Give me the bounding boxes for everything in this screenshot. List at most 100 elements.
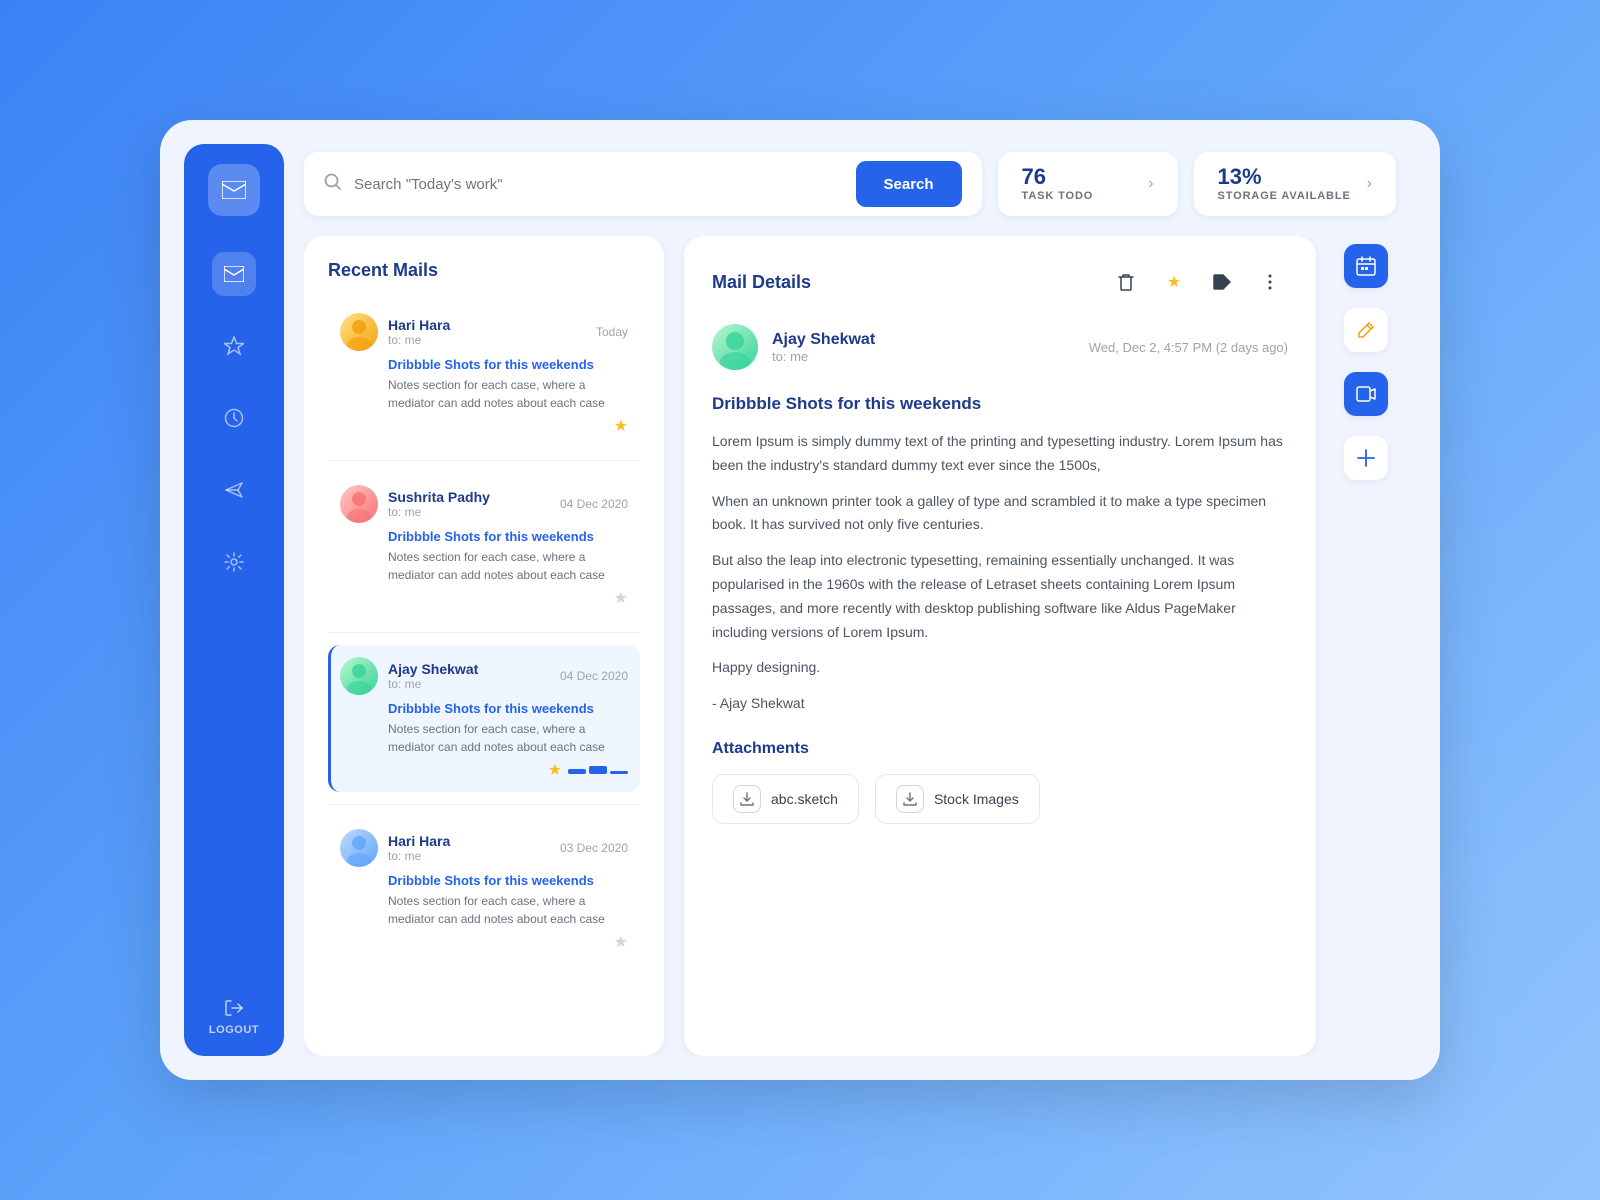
sidebar-item-send[interactable] — [212, 468, 256, 512]
mail-item-3-header: Ajay Shekwat to: me 04 Dec 2020 — [340, 657, 628, 695]
attachment-1-name: abc.sketch — [771, 791, 838, 807]
mail-subject-3: Dribbble Shots for this weekends — [340, 701, 628, 716]
star-icon-3[interactable]: ★ — [548, 760, 562, 780]
body-para-4: Happy designing. — [712, 656, 1288, 680]
mail-item-4-header: Hari Hara to: me 03 Dec 2020 — [340, 829, 628, 867]
divider-3 — [328, 804, 640, 805]
detail-sender-row: Ajay Shekwat to: me Wed, Dec 2, 4:57 PM … — [712, 324, 1288, 370]
search-icon — [324, 173, 342, 196]
mail-sender-2: Sushrita Padhy — [388, 489, 550, 505]
wave-lines — [568, 766, 628, 774]
mail-date-1: Today — [596, 325, 628, 339]
attachments-row: abc.sketch Stock Images — [712, 774, 1288, 824]
sender-info: Ajay Shekwat to: me — [772, 331, 1075, 364]
logout-label: LOGOUT — [209, 1024, 259, 1036]
task-stat-content: 76 TASK TODO — [1022, 166, 1133, 202]
download-icon-2 — [896, 785, 924, 813]
star-icon-4[interactable]: ★ — [614, 932, 628, 952]
mail-subject-4: Dribbble Shots for this weekends — [340, 873, 628, 888]
task-count: 76 — [1022, 166, 1133, 188]
mail-date-4: 03 Dec 2020 — [560, 841, 628, 855]
add-icon[interactable] — [1344, 436, 1388, 480]
mail-date-3: 04 Dec 2020 — [560, 669, 628, 683]
mail-meta-1: Hari Hara to: me — [388, 317, 586, 347]
star-icon-2[interactable]: ★ — [614, 588, 628, 608]
mail-list-title: Recent Mails — [328, 260, 640, 281]
app-container: LOGOUT Search 76 TASK TODO — [160, 120, 1440, 1080]
mail-preview-1: Notes section for each case, where a med… — [340, 376, 628, 412]
label-button[interactable] — [1204, 264, 1240, 300]
mail-preview-4: Notes section for each case, where a med… — [340, 892, 628, 928]
right-sidebar — [1336, 236, 1396, 1056]
mail-meta-3: Ajay Shekwat to: me — [388, 661, 550, 691]
sidebar-item-mail[interactable] — [212, 252, 256, 296]
avatar-hari-2 — [340, 829, 378, 867]
delete-button[interactable] — [1108, 264, 1144, 300]
sidebar-logo[interactable] — [208, 164, 260, 216]
attachment-2-name: Stock Images — [934, 791, 1019, 807]
more-button[interactable] — [1252, 264, 1288, 300]
body-para-5: - Ajay Shekwat — [712, 692, 1288, 716]
mail-sender-3: Ajay Shekwat — [388, 661, 550, 677]
mail-footer-4: ★ — [340, 932, 628, 952]
video-icon[interactable] — [1344, 372, 1388, 416]
attachment-1[interactable]: abc.sketch — [712, 774, 859, 824]
mail-item-1[interactable]: Hari Hara to: me Today Dribbble Shots fo… — [328, 301, 640, 448]
sidebar-nav — [212, 252, 256, 982]
wave-line-2 — [589, 766, 607, 774]
task-stat-card[interactable]: 76 TASK TODO › — [998, 152, 1178, 216]
mail-list-panel: Recent Mails Hari Hara to: me Today Drib… — [304, 236, 664, 1056]
task-label: TASK TODO — [1022, 190, 1133, 202]
header: Search 76 TASK TODO › 13% STORAGE AVAILA… — [304, 144, 1396, 216]
star-button[interactable]: ★ — [1156, 264, 1192, 300]
mail-footer-2: ★ — [340, 588, 628, 608]
mail-sender-4: Hari Hara — [388, 833, 550, 849]
calendar-icon[interactable] — [1344, 244, 1388, 288]
detail-title: Mail Details — [712, 272, 1108, 293]
email-date: Wed, Dec 2, 4:57 PM (2 days ago) — [1089, 340, 1288, 355]
main-content: Search 76 TASK TODO › 13% STORAGE AVAILA… — [284, 144, 1416, 1056]
content-area: Recent Mails Hari Hara to: me Today Drib… — [304, 236, 1396, 1056]
body-para-2: When an unknown printer took a galley of… — [712, 490, 1288, 538]
sender-to: to: me — [772, 349, 1075, 364]
detail-actions: ★ — [1108, 264, 1288, 300]
mail-item-2-header: Sushrita Padhy to: me 04 Dec 2020 — [340, 485, 628, 523]
mail-subject-1: Dribbble Shots for this weekends — [340, 357, 628, 372]
search-bar: Search — [304, 152, 982, 216]
mail-sender-1: Hari Hara — [388, 317, 586, 333]
storage-stat-content: 13% STORAGE AVAILABLE — [1218, 166, 1351, 202]
sender-avatar — [712, 324, 758, 370]
mail-to-2: to: me — [388, 505, 550, 519]
sidebar-item-starred[interactable] — [212, 324, 256, 368]
sidebar-item-settings[interactable] — [212, 540, 256, 584]
avatar-ajay — [340, 657, 378, 695]
search-button[interactable]: Search — [856, 161, 962, 207]
mail-preview-2: Notes section for each case, where a med… — [340, 548, 628, 584]
attachment-2[interactable]: Stock Images — [875, 774, 1040, 824]
storage-chevron-icon: › — [1367, 175, 1372, 193]
detail-subject: Dribbble Shots for this weekends — [712, 394, 1288, 414]
logout-button[interactable]: LOGOUT — [209, 998, 259, 1036]
sender-name: Ajay Shekwat — [772, 331, 1075, 349]
search-input[interactable] — [354, 176, 844, 193]
mail-item-3[interactable]: Ajay Shekwat to: me 04 Dec 2020 Dribbble… — [328, 645, 640, 792]
avatar-sushrita — [340, 485, 378, 523]
sidebar-item-clock[interactable] — [212, 396, 256, 440]
mail-item-4[interactable]: Hari Hara to: me 03 Dec 2020 Dribbble Sh… — [328, 817, 640, 964]
mail-meta-2: Sushrita Padhy to: me — [388, 489, 550, 519]
mail-subject-2: Dribbble Shots for this weekends — [340, 529, 628, 544]
task-chevron-icon: › — [1148, 175, 1153, 193]
pen-icon[interactable] — [1344, 308, 1388, 352]
mail-item-2[interactable]: Sushrita Padhy to: me 04 Dec 2020 Dribbb… — [328, 473, 640, 620]
mail-date-2: 04 Dec 2020 — [560, 497, 628, 511]
star-icon-1[interactable]: ★ — [614, 416, 628, 436]
attachments-title: Attachments — [712, 740, 1288, 758]
mail-footer-3: ★ — [340, 760, 628, 780]
wave-line-3 — [610, 771, 628, 774]
storage-stat-card[interactable]: 13% STORAGE AVAILABLE › — [1194, 152, 1396, 216]
mail-to-4: to: me — [388, 849, 550, 863]
mail-to-3: to: me — [388, 677, 550, 691]
storage-percent: 13% — [1218, 166, 1351, 188]
wave-line-1 — [568, 769, 586, 774]
mail-meta-4: Hari Hara to: me — [388, 833, 550, 863]
